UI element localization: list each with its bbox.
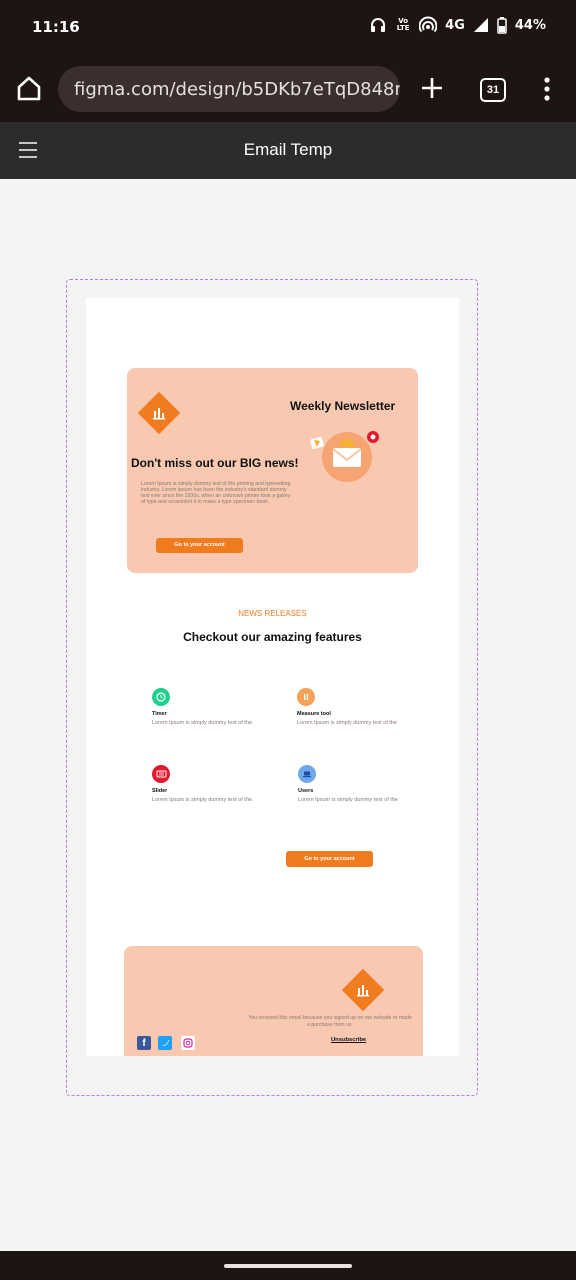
features-cta-button[interactable]: Go to your account — [286, 851, 373, 867]
status-icons: Vo LTE 4G 44% — [369, 16, 546, 34]
hero-headline: Don't miss out our BIG news! — [131, 456, 299, 470]
brand-logo — [137, 391, 181, 435]
browser-toolbar: figma.com/design/b5DKb7eTqD848mb51l 31 — [0, 56, 576, 122]
battery-label: 44% — [514, 17, 546, 33]
signal-icon — [473, 18, 488, 32]
features-title: Checkout our amazing features — [183, 630, 362, 644]
feature-item-timer: Timer Lorem Ipsum is simply dummy text o… — [152, 688, 262, 727]
volte-label: Vo LTE — [396, 17, 410, 32]
feature-name: Timer — [152, 711, 167, 717]
url-bar[interactable]: figma.com/design/b5DKb7eTqD848mb51l — [58, 66, 400, 112]
status-time: 11:16 — [32, 18, 80, 36]
timer-icon — [152, 688, 170, 706]
feature-item-users: Users Lorem Ipsum is simply dummy text o… — [298, 765, 408, 804]
feature-description: Lorem Ipsum is simply dummy text of the — [297, 720, 397, 726]
bars-logo-icon — [153, 408, 165, 420]
home-icon[interactable] — [14, 73, 44, 103]
more-options-icon[interactable] — [536, 74, 558, 104]
hero-body-text: Lorem Ipsum is simply dummy text of the … — [141, 481, 291, 505]
instagram-icon[interactable] — [181, 1036, 195, 1050]
hotspot-icon — [419, 16, 438, 33]
newsletter-title: Weekly Newsletter — [290, 399, 396, 413]
bars-logo-icon — [357, 985, 369, 997]
section-label: NEWS RELEASES — [238, 609, 307, 618]
unsubscribe-link[interactable]: Unsubscribe — [331, 1037, 366, 1043]
feature-item-measure-tool: Measure tool Lorem Ipsum is simply dummy… — [297, 688, 407, 727]
figma-header: Email Temp — [0, 122, 576, 179]
battery-icon — [497, 16, 507, 34]
feature-item-slider: Slider Lorem Ipsum is simply dummy text … — [152, 765, 262, 804]
feature-name: Measure tool — [297, 711, 331, 717]
feature-description: Lorem Ipsum is simply dummy text of the — [298, 797, 398, 803]
facebook-icon[interactable]: f — [137, 1036, 151, 1050]
url-text: figma.com/design/b5DKb7eTqD848mb51l — [74, 78, 400, 100]
feature-description: Lorem Ipsum is simply dummy text of the. — [152, 720, 254, 726]
hero-card: Weekly Newsletter Don't miss out our BIG… — [127, 368, 418, 573]
system-nav-bar — [0, 1251, 576, 1280]
measure-icon — [297, 688, 315, 706]
headphones-icon — [371, 18, 386, 32]
mail-illustration-icon — [310, 431, 379, 482]
footer-notice: You received this email because you sign… — [248, 1015, 412, 1028]
tab-switcher-button[interactable]: 31 — [480, 78, 506, 102]
feature-name: Users — [298, 788, 314, 794]
home-gesture-handle[interactable] — [224, 1264, 352, 1268]
twitter-icon[interactable] — [158, 1036, 172, 1050]
file-title: Email Temp — [243, 140, 333, 159]
email-template-frame[interactable]: Weekly Newsletter Don't miss out our BIG… — [86, 298, 459, 1056]
footer-card: You received this email because you sign… — [124, 946, 423, 1056]
users-icon — [298, 765, 316, 783]
hero-cta-button[interactable]: Go to your account — [156, 538, 243, 553]
status-bar: 11:16 Vo LTE 4G 44% — [0, 0, 576, 56]
feature-description: Lorem Ipsum is simply dummy text of the. — [152, 797, 254, 803]
feature-name: Slider — [152, 788, 168, 794]
footer-logo — [341, 968, 385, 1012]
new-tab-icon[interactable] — [418, 74, 446, 102]
network-label: 4G — [445, 17, 465, 33]
slider-icon — [152, 765, 170, 783]
